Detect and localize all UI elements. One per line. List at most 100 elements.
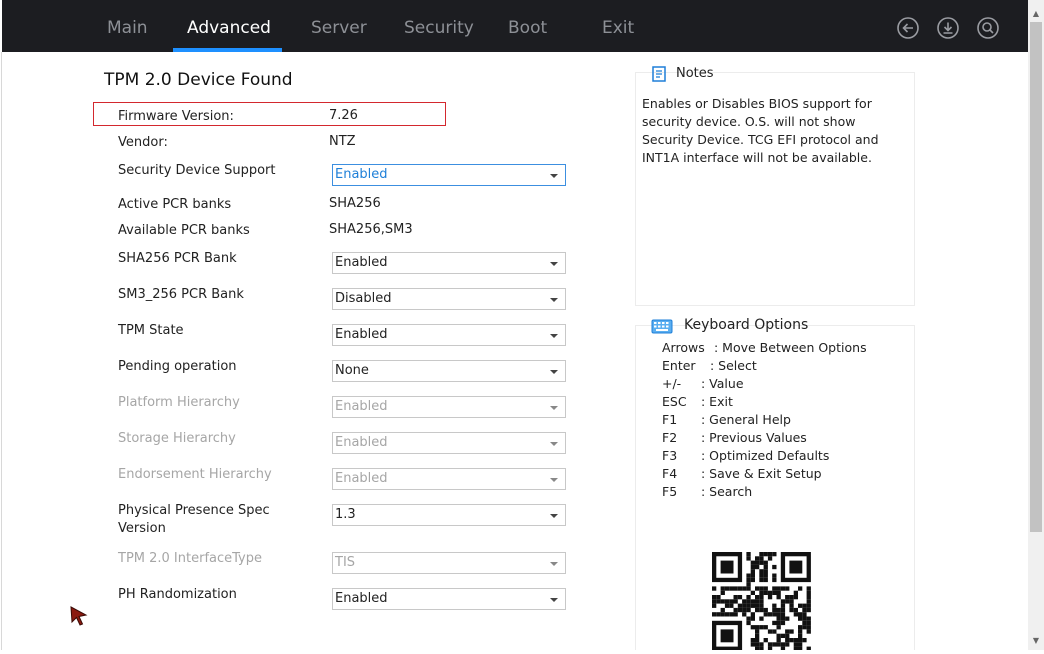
key-desc: : Value (701, 376, 744, 391)
interface-type-select: TIS (332, 552, 566, 574)
sha256-pcr-bank-value: Enabled (335, 255, 388, 270)
key-name: Enter (662, 358, 696, 373)
security-device-support-label: Security Device Support (118, 163, 276, 178)
chevron-down-icon (550, 174, 558, 178)
scroll-up-icon[interactable]: ▲ (1031, 9, 1041, 19)
firmware-version-label: Firmware Version: (118, 109, 234, 124)
key-name: Arrows (662, 340, 705, 355)
key-desc: : Previous Values (701, 430, 807, 445)
ph-randomization-label: PH Randomization (118, 587, 237, 602)
endorsement-hierarchy-label: Endorsement Hierarchy (118, 467, 272, 482)
pps-version-label-line2: Version (118, 521, 166, 536)
tab-server[interactable]: Server (311, 0, 367, 52)
tab-main[interactable]: Main (107, 0, 148, 52)
pps-version-label-line1: Physical Presence Spec (118, 503, 270, 518)
key-desc: : Optimized Defaults (701, 448, 830, 463)
qr-code-image (712, 552, 811, 651)
keyboard-options-title: Keyboard Options (684, 317, 809, 333)
chevron-down-icon (550, 598, 558, 602)
platform-hierarchy-label: Platform Hierarchy (118, 395, 240, 410)
keyboard-row: Arrows : Move Between Options (662, 340, 867, 355)
key-name: F1 (662, 412, 678, 427)
keyboard-row: F1 : General Help (662, 412, 791, 427)
tpm-state-value: Enabled (335, 327, 388, 342)
help-title: Notes (676, 66, 714, 81)
sm3-pcr-bank-select[interactable]: Disabled (332, 288, 566, 310)
tab-advanced[interactable]: Advanced (187, 0, 271, 52)
active-pcr-banks-label: Active PCR banks (118, 197, 232, 212)
notes-icon (652, 66, 666, 82)
keyboard-row: Enter : Select (662, 358, 757, 373)
key-name: F5 (662, 484, 678, 499)
scroll-down-icon[interactable]: ▼ (1031, 636, 1041, 646)
key-name: +/- (662, 376, 682, 391)
keyboard-row: ESC : Exit (662, 394, 733, 409)
keyboard-icon (651, 319, 673, 334)
pending-operation-label: Pending operation (118, 359, 237, 374)
keyboard-row: F4 : Save & Exit Setup (662, 466, 822, 481)
scrollbar-thumb[interactable] (1030, 22, 1042, 532)
storage-hierarchy-select: Enabled (332, 432, 566, 454)
key-desc: : Move Between Options (714, 340, 867, 355)
key-desc: : General Help (701, 412, 791, 427)
pps-version-select[interactable]: 1.3 (332, 504, 566, 526)
chevron-down-icon (550, 514, 558, 518)
ph-randomization-value: Enabled (335, 591, 388, 606)
tab-boot[interactable]: Boot (508, 0, 547, 52)
sm3-pcr-bank-label: SM3_256 PCR Bank (118, 287, 244, 302)
active-tab-indicator (173, 48, 282, 52)
storage-hierarchy-label: Storage Hierarchy (118, 431, 236, 446)
pending-operation-value: None (335, 363, 369, 378)
chevron-down-icon (550, 406, 558, 410)
help-line: Security Device. TCG EFI protocol and (642, 132, 879, 147)
sha256-pcr-bank-label: SHA256 PCR Bank (118, 251, 237, 266)
key-desc: : Select (710, 358, 757, 373)
key-name: ESC (662, 394, 687, 409)
platform-hierarchy-select: Enabled (332, 396, 566, 418)
endorsement-hierarchy-value: Enabled (335, 471, 388, 486)
qr-code (702, 540, 822, 651)
firmware-version-value: 7.26 (329, 108, 358, 123)
security-device-support-select[interactable]: Enabled (332, 164, 566, 186)
help-line: security device. O.S. will not show (642, 114, 856, 129)
keyboard-row: F5 : Search (662, 484, 752, 499)
keyboard-row: F3 : Optimized Defaults (662, 448, 829, 463)
key-desc: : Exit (701, 394, 733, 409)
keyboard-row: F2 : Previous Values (662, 430, 807, 445)
chevron-down-icon (550, 478, 558, 482)
chevron-down-icon (550, 298, 558, 302)
save-icon[interactable] (937, 17, 959, 39)
sha256-pcr-bank-select[interactable]: Enabled (332, 252, 566, 274)
vendor-label: Vendor: (118, 135, 168, 150)
security-device-support-value: Enabled (335, 167, 388, 182)
keyboard-row: +/- : Value (662, 376, 744, 391)
pending-operation-select[interactable]: None (332, 360, 566, 382)
tpm-state-label: TPM State (118, 323, 184, 338)
chevron-down-icon (550, 442, 558, 446)
key-name: F2 (662, 430, 678, 445)
tpm-state-select[interactable]: Enabled (332, 324, 566, 346)
pps-version-value: 1.3 (335, 507, 356, 522)
chevron-down-icon (550, 334, 558, 338)
ph-randomization-select[interactable]: Enabled (332, 588, 566, 610)
pps-version-label: Physical Presence Spec Version (118, 502, 278, 538)
mouse-cursor-icon (70, 606, 88, 626)
key-name: F3 (662, 448, 678, 463)
tab-exit[interactable]: Exit (602, 0, 634, 52)
sm3-pcr-bank-value: Disabled (335, 291, 392, 306)
window-left-border (1, 52, 2, 650)
platform-hierarchy-value: Enabled (335, 399, 388, 414)
interface-type-value: TIS (335, 555, 356, 570)
key-desc: : Search (701, 484, 753, 499)
available-pcr-banks-value: SHA256,SM3 (329, 222, 413, 237)
tab-security[interactable]: Security (404, 0, 474, 52)
search-icon[interactable] (977, 17, 999, 39)
page-title: TPM 2.0 Device Found (104, 70, 293, 90)
available-pcr-banks-label: Available PCR banks (118, 223, 250, 238)
key-name: F4 (662, 466, 678, 481)
help-line: Enables or Disables BIOS support for (642, 96, 872, 111)
back-icon[interactable] (897, 17, 919, 39)
help-text: Enables or Disables BIOS support for sec… (642, 95, 902, 167)
key-desc: : Save & Exit Setup (701, 466, 822, 481)
active-pcr-banks-value: SHA256 (329, 196, 381, 211)
